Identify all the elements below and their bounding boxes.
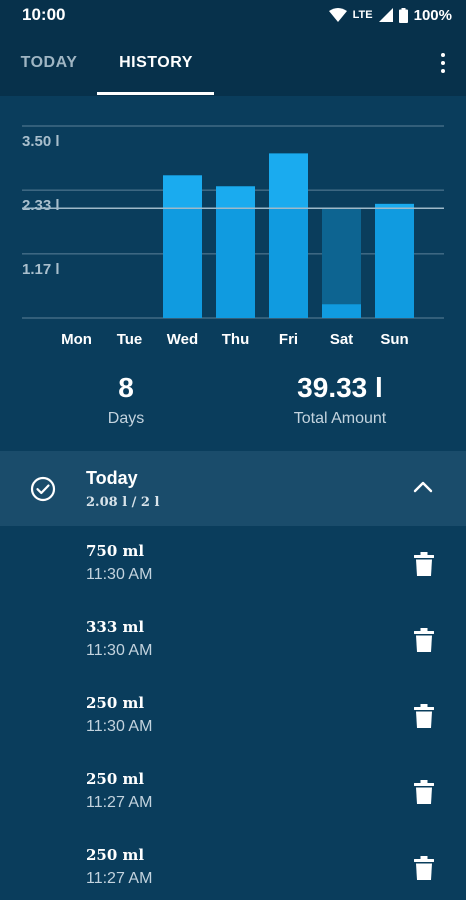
- list-item: 250 ml 11:27 AM: [0, 830, 466, 900]
- x-category-label: Sun: [380, 331, 408, 348]
- list-item: 250 ml 11:27 AM: [0, 754, 466, 830]
- bar-chart: 3.50 l 2.33 l 1.17 l Mon Tue Wed Thu Fri Sat Sun: [22, 125, 444, 348]
- signal-icon: [378, 8, 393, 22]
- entry-amount: 250 ml: [86, 770, 145, 788]
- entry-time: 11:30 AM: [86, 566, 153, 583]
- trash-icon[interactable]: [414, 856, 434, 880]
- entry-time: 11:27 AM: [86, 794, 153, 811]
- bar-over-goal: [163, 175, 202, 209]
- network-label: LTE: [352, 9, 373, 21]
- list-item: 333 ml 11:30 AM: [0, 602, 466, 678]
- total-amount-stat: 39.33 l Total Amount: [260, 370, 420, 432]
- status-time: 10:00: [22, 5, 66, 24]
- tab-bar: TODAY HISTORY: [0, 30, 466, 96]
- status-bar: 10:00 LTE 100%: [0, 0, 466, 30]
- x-category-label: Wed: [167, 331, 198, 348]
- total-amount-label: Total Amount: [293, 410, 387, 427]
- x-category-label: Fri: [279, 331, 298, 348]
- bar-over-goal: [216, 186, 255, 209]
- trash-icon[interactable]: [414, 628, 434, 652]
- y-tick-label: 2.33 l: [22, 197, 60, 214]
- total-amount-value: 39.33 l: [297, 372, 383, 403]
- entry-time: 11:30 AM: [86, 642, 153, 659]
- entry-amount: 250 ml: [86, 846, 145, 864]
- battery-icon: [398, 7, 408, 23]
- wifi-icon: [328, 8, 347, 22]
- y-tick-label: 1.17 l: [22, 261, 60, 278]
- entry-amount: 750 ml: [86, 542, 145, 560]
- goal-remaining-bar: [322, 208, 361, 318]
- list-item: 250 ml 11:30 AM: [0, 678, 466, 754]
- bar: [375, 203, 414, 318]
- tab-indicator: [97, 92, 214, 95]
- more-vert-icon[interactable]: [438, 50, 448, 76]
- trash-icon[interactable]: [414, 780, 434, 804]
- days-stat: 8 Days: [56, 370, 196, 432]
- x-category-label: Thu: [222, 331, 250, 348]
- entry-time: 11:27 AM: [86, 870, 153, 887]
- day-progress: 2.08 l / 2 l: [86, 495, 160, 510]
- trash-icon[interactable]: [414, 704, 434, 728]
- entry-list: 750 ml 11:30 AM 333 ml 11:30 AM 250 ml 11:30 …: [0, 526, 466, 900]
- x-category-label: Tue: [117, 331, 143, 348]
- summary-stats: 8 Days 39.33 l Total Amount: [0, 370, 466, 440]
- entry-amount: 333 ml: [86, 618, 145, 636]
- days-label: Days: [107, 410, 145, 427]
- x-category-label: Sat: [330, 331, 353, 348]
- trash-icon[interactable]: [414, 552, 434, 576]
- bar-over-goal: [269, 153, 308, 209]
- days-value: 8: [118, 372, 134, 403]
- tab-history[interactable]: HISTORY: [98, 30, 214, 96]
- bar: [322, 304, 361, 318]
- entry-amount: 250 ml: [86, 694, 145, 712]
- y-tick-label: 3.50 l: [22, 133, 60, 150]
- tab-today[interactable]: TODAY: [0, 30, 98, 96]
- chevron-up-icon[interactable]: [412, 479, 434, 495]
- list-item: 750 ml 11:30 AM: [0, 526, 466, 602]
- day-title: Today: [86, 468, 138, 488]
- check-circle-icon: [30, 476, 56, 502]
- status-icons: LTE 100%: [328, 6, 452, 24]
- entry-time: 11:30 AM: [86, 718, 153, 735]
- x-category-label: Mon: [61, 331, 92, 348]
- weekly-chart: 3.50 l 2.33 l 1.17 l Mon Tue Wed Thu Fri Sat Sun: [0, 96, 466, 356]
- battery-percent: 100%: [413, 6, 452, 24]
- day-group-header[interactable]: Today 2.08 l / 2 l: [0, 451, 466, 526]
